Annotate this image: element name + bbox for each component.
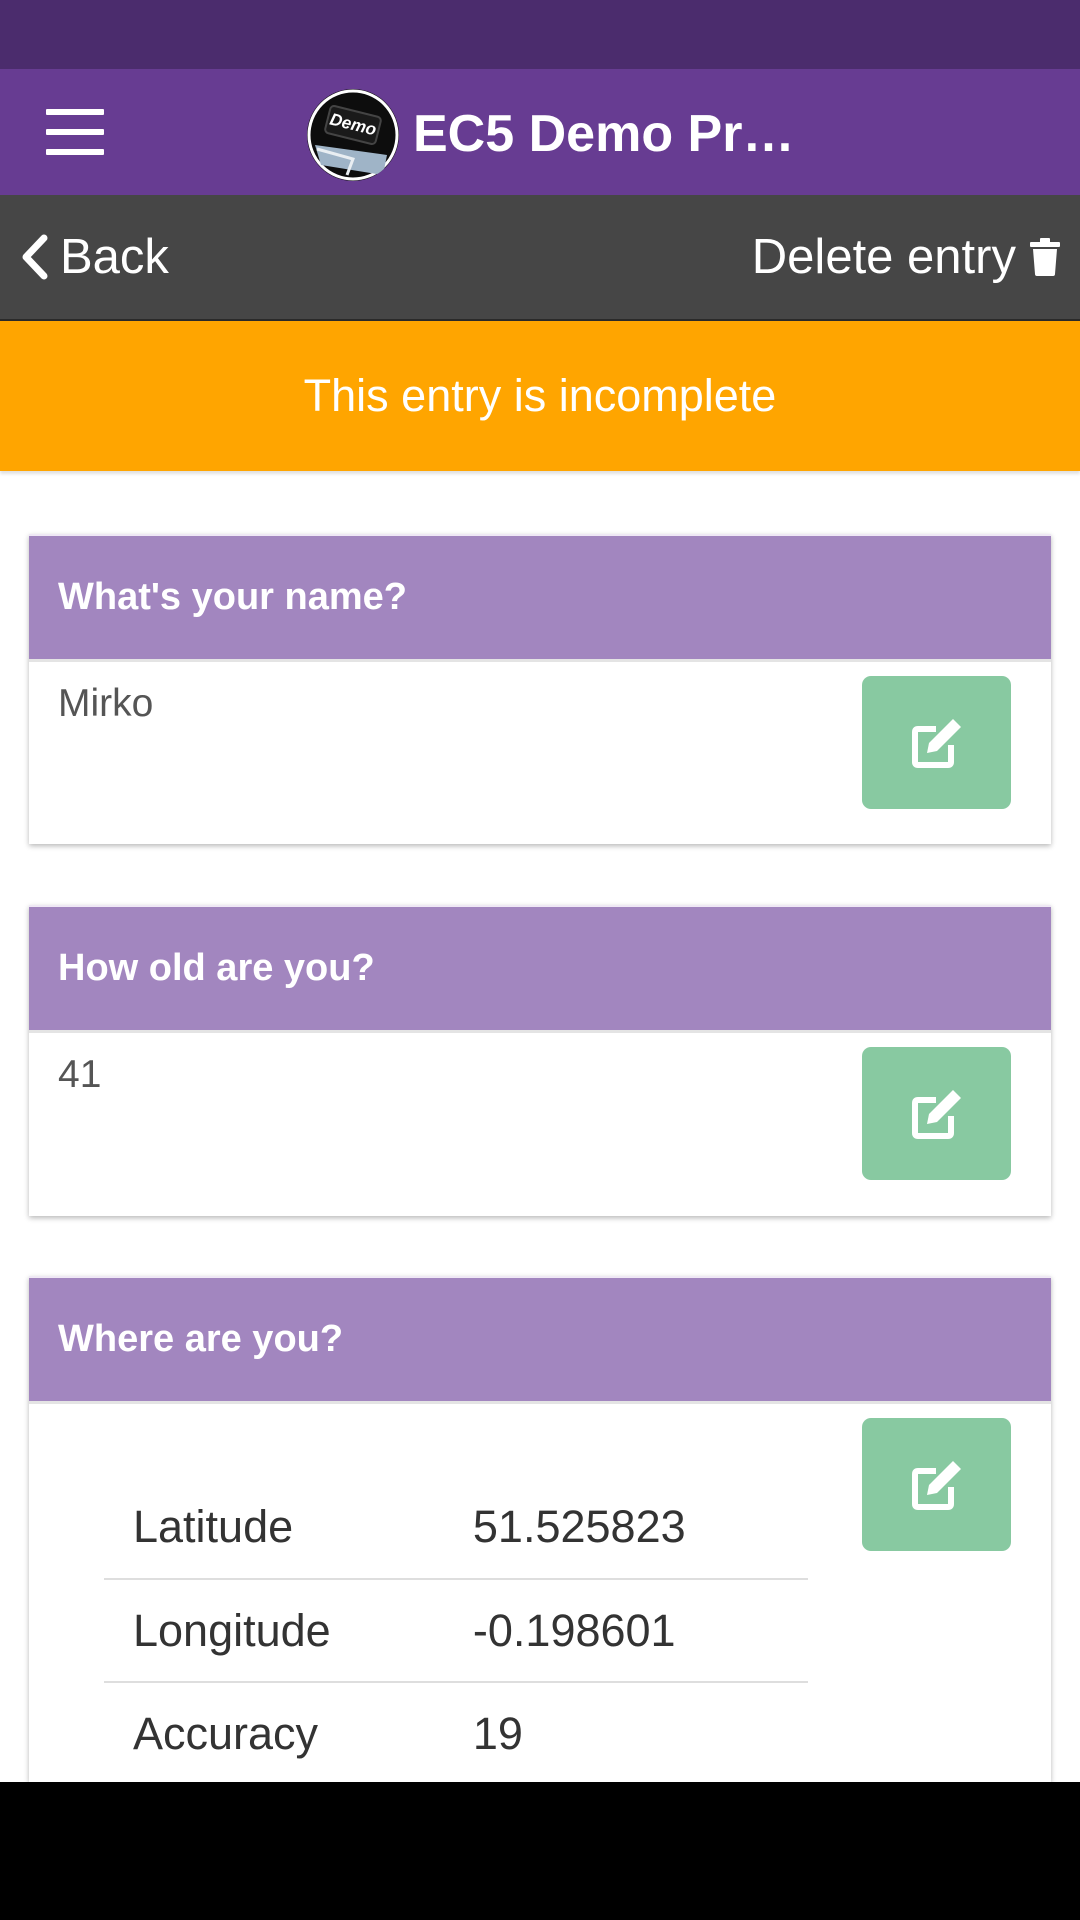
edit-icon [911,1089,961,1139]
location-label: Longitude [104,1579,447,1683]
location-table: Latitude 51.525823 Longitude -0.198601 A… [104,1476,808,1785]
trash-icon [1030,238,1060,276]
question-title: What's your name? [29,534,1051,662]
edit-button[interactable] [862,1418,1011,1551]
status-bar [0,0,1080,69]
app-title: EC5 Demo Pr… [413,105,795,163]
nav-bar: Back Delete entry [0,195,1080,321]
edit-button[interactable] [862,676,1011,809]
location-row-accuracy: Accuracy 19 [104,1682,808,1785]
question-card: How old are you? 41 [29,905,1051,1216]
delete-entry-button[interactable]: Delete entry [752,195,1060,319]
back-label: Back [60,230,169,284]
location-label: Accuracy [133,1708,319,1759]
location-row-longitude: Longitude -0.198601 [104,1579,808,1683]
delete-label: Delete entry [751,230,1016,284]
app-bar: Demo EC5 Demo Pr… [0,69,1080,195]
edit-icon [911,1460,961,1510]
question-card: Where are you? Latitude 51.525823 Longit… [29,1276,1051,1782]
edit-button[interactable] [862,1047,1011,1180]
chevron-left-icon [22,234,48,280]
back-button[interactable]: Back [20,195,169,319]
answer-value: Mirko [58,682,154,725]
system-navigation-bar [0,1782,1080,1920]
question-title: How old are you? [29,905,1051,1033]
location-label: Latitude [104,1476,447,1580]
answer-value: 41 [58,1053,102,1096]
location-value: 19 [472,1708,523,1759]
hamburger-icon[interactable] [46,109,104,155]
incomplete-banner: This entry is incomplete [0,321,1080,471]
question-title: Where are you? [29,1276,1051,1404]
location-row-latitude: Latitude 51.525823 [104,1476,808,1580]
location-value: 51.525823 [446,1476,808,1580]
edit-icon [911,718,961,768]
location-value: -0.198601 [446,1579,808,1683]
question-card: What's your name? Mirko [29,534,1051,844]
project-logo: Demo [307,89,399,181]
